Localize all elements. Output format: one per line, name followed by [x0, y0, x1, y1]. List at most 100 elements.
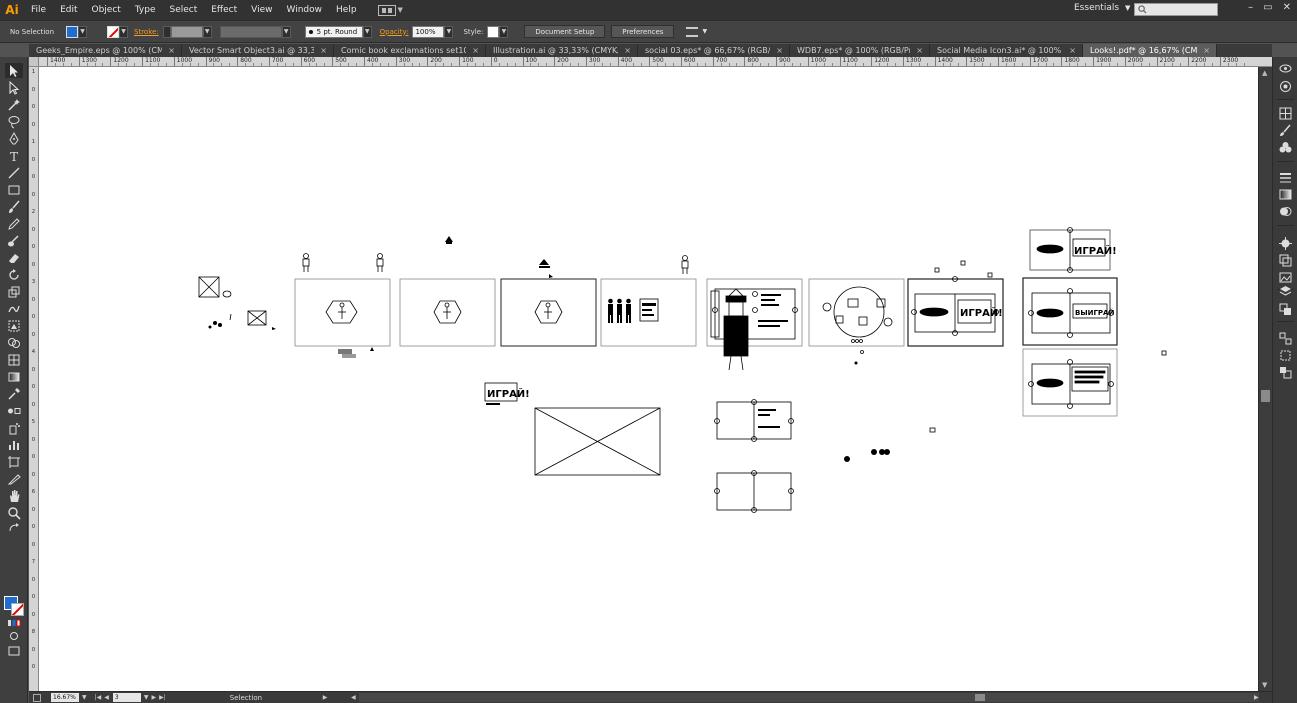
eyedropper-tool-icon[interactable]	[5, 386, 23, 401]
slice-tool-icon[interactable]	[5, 471, 23, 486]
arrange-documents-icon[interactable]	[377, 4, 396, 16]
appearance-icon[interactable]	[1279, 62, 1292, 75]
pencil-tool-icon[interactable]	[5, 216, 23, 231]
style-dropdown[interactable]: ▼	[499, 25, 509, 38]
status-menu-icon[interactable]: ▶	[323, 694, 328, 701]
gradient-tool-icon[interactable]	[5, 369, 23, 384]
free-transform-tool-icon[interactable]	[5, 318, 23, 333]
gradient-panel-icon[interactable]	[1279, 188, 1292, 201]
vertical-scrollbar[interactable]: ▲ ▼	[1258, 67, 1272, 691]
type-tool-icon[interactable]: T	[5, 148, 23, 163]
symbols-icon[interactable]	[1279, 141, 1292, 154]
artboard-canvas[interactable]: ИГРАЙ! ИГРАЙ! ИГРАЙ! ВЫИГРАЙ	[39, 67, 1258, 691]
variable-width-field[interactable]	[219, 25, 282, 38]
menu-select[interactable]: Select	[162, 0, 204, 20]
hand-tool-icon[interactable]	[5, 488, 23, 503]
mesh-tool-icon[interactable]	[5, 352, 23, 367]
stroke-color-swatch[interactable]	[107, 25, 119, 38]
document-tab[interactable]: WDB7.eps* @ 100% (RGB/Previe... ×	[790, 44, 930, 57]
preferences-button[interactable]: Preferences	[611, 25, 675, 38]
document-tab[interactable]: Comic book exclamations set10.eps* ×	[334, 44, 486, 57]
scroll-down-icon[interactable]: ▼	[1262, 681, 1267, 689]
screen-mode-icon[interactable]	[5, 645, 23, 657]
artboards-panel-icon[interactable]	[1279, 254, 1292, 267]
close-tab-icon[interactable]: ×	[1069, 46, 1076, 55]
menu-effect[interactable]: Effect	[204, 0, 244, 20]
chevron-down-icon[interactable]: ▼	[398, 6, 403, 14]
close-tab-icon[interactable]: ×	[472, 46, 479, 55]
shape-builder-tool-icon[interactable]	[5, 335, 23, 350]
align-icon[interactable]	[1279, 332, 1292, 345]
stroke-label[interactable]: Stroke:	[134, 28, 159, 36]
scroll-left-icon[interactable]: ◀	[351, 694, 356, 701]
zoom-tool-icon[interactable]	[5, 505, 23, 520]
stroke-color-indicator[interactable]	[11, 603, 24, 616]
last-artboard-icon[interactable]: ▶|	[159, 694, 166, 701]
rectangle-tool-icon[interactable]	[5, 182, 23, 197]
color-guide-icon[interactable]	[1279, 80, 1292, 93]
workspace-switcher[interactable]: Essentials ▼	[1074, 3, 1130, 13]
paintbrush-tool-icon[interactable]	[5, 199, 23, 214]
close-tab-icon[interactable]: ×	[1203, 46, 1210, 55]
prev-artboard-icon[interactable]: ◀	[104, 694, 109, 701]
opacity-dropdown[interactable]: ▼	[444, 25, 454, 38]
next-artboard-icon[interactable]: ▶	[152, 694, 157, 701]
pathfinder-icon[interactable]	[1279, 303, 1292, 316]
vertical-ruler[interactable]: 1 0 0 0 1 0 0 0 2 0 0 0 3 0 0 0 4 0 0 0 5 0 0 0 6 0 0 0 7 0 0 0 8 0 0	[29, 67, 39, 691]
close-tab-icon[interactable]: ×	[916, 46, 923, 55]
warp-tool-icon[interactable]	[5, 301, 23, 316]
first-artboard-icon[interactable]: |◀	[95, 694, 102, 701]
artboard-tool-icon[interactable]	[5, 454, 23, 469]
symbol-sprayer-tool-icon[interactable]	[5, 420, 23, 435]
direct-selection-tool-icon[interactable]	[5, 80, 23, 95]
menu-edit[interactable]: Edit	[53, 0, 84, 20]
document-tab[interactable]: Looks!.pdf* @ 16,67% (CMYK/Outline) ×	[1083, 44, 1217, 57]
stroke-dropdown[interactable]: ▼	[119, 25, 128, 38]
scroll-right-icon[interactable]: ▶	[1254, 694, 1259, 701]
brush-dropdown[interactable]: ▼	[362, 25, 372, 38]
chevron-down-icon[interactable]: ▼	[702, 28, 707, 35]
image-trace-icon[interactable]	[1279, 271, 1292, 284]
eraser-tool-icon[interactable]	[5, 250, 23, 265]
variable-width-dropdown[interactable]: ▼	[281, 25, 291, 38]
minimize-button[interactable]: –	[1248, 2, 1253, 13]
close-tab-icon[interactable]: ×	[168, 46, 175, 55]
artboard-number-field[interactable]: 3	[112, 693, 141, 702]
graphic-styles-icon[interactable]	[1279, 237, 1292, 250]
document-tab[interactable]: Vector Smart Object3.ai @ 33,33% ... ×	[182, 44, 334, 57]
color-mode-icon[interactable]	[5, 618, 23, 628]
opacity-label[interactable]: Opacity:	[380, 28, 409, 36]
stroke-weight-field[interactable]	[170, 25, 203, 38]
scroll-thumb[interactable]	[1261, 390, 1270, 402]
ruler-origin[interactable]	[29, 57, 39, 67]
transparency-icon[interactable]	[1279, 205, 1292, 218]
document-tab[interactable]: social 03.eps* @ 66,67% (RGB/Previ... ×	[638, 44, 790, 57]
scroll-thumb[interactable]	[975, 694, 985, 701]
close-tab-icon[interactable]: ×	[320, 46, 327, 55]
chevron-down-icon[interactable]: ▼	[82, 694, 87, 701]
lasso-tool-icon[interactable]	[5, 114, 23, 129]
close-button[interactable]: ✕	[1283, 2, 1291, 13]
line-segment-tool-icon[interactable]	[5, 165, 23, 180]
menu-file[interactable]: File	[24, 0, 53, 20]
transform-icon[interactable]	[1279, 349, 1292, 362]
blend-tool-icon[interactable]	[5, 403, 23, 418]
menu-view[interactable]: View	[244, 0, 279, 20]
close-tab-icon[interactable]: ×	[624, 46, 631, 55]
chevron-down-icon[interactable]: ▼	[144, 694, 149, 701]
column-graph-tool-icon[interactable]	[5, 437, 23, 452]
fill-dropdown[interactable]: ▼	[78, 25, 87, 38]
rotate-tool-icon[interactable]	[5, 267, 23, 282]
draw-mode-icon[interactable]	[5, 631, 23, 641]
blob-brush-tool-icon[interactable]	[5, 233, 23, 248]
close-tab-icon[interactable]: ×	[776, 46, 783, 55]
document-tab[interactable]: Illustration.ai @ 33,33% (CMYK/Pre... ×	[486, 44, 638, 57]
menu-help[interactable]: Help	[329, 0, 364, 20]
document-tab[interactable]: Social Media Icon3.ai* @ 100% (RG... ×	[930, 44, 1083, 57]
opacity-field[interactable]: 100%	[412, 25, 445, 38]
menu-window[interactable]: Window	[280, 0, 330, 20]
brushes-icon[interactable]	[1279, 124, 1292, 137]
swap-colors-icon[interactable]	[5, 523, 23, 533]
stroke-weight-spinner[interactable]	[162, 25, 171, 38]
scale-tool-icon[interactable]	[5, 284, 23, 299]
